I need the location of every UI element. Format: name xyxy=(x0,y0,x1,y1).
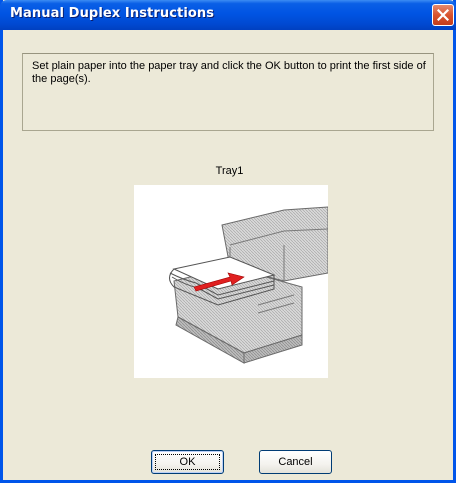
title-bar[interactable]: Manual Duplex Instructions xyxy=(0,0,456,30)
instruction-panel: Set plain paper into the paper tray and … xyxy=(22,53,434,131)
cancel-label: Cancel xyxy=(278,456,313,468)
instruction-text: Set plain paper into the paper tray and … xyxy=(32,60,426,85)
dialog-window: Manual Duplex Instructions Set plain pap… xyxy=(0,0,456,483)
focus-outline xyxy=(155,454,220,470)
tray-label: Tray1 xyxy=(215,165,244,177)
ok-button[interactable]: OK xyxy=(151,450,224,474)
cancel-button[interactable]: Cancel xyxy=(259,450,332,474)
close-icon xyxy=(437,9,449,21)
window-title: Manual Duplex Instructions xyxy=(10,6,215,21)
close-button[interactable] xyxy=(432,4,454,26)
printer-tray-image xyxy=(134,185,329,378)
